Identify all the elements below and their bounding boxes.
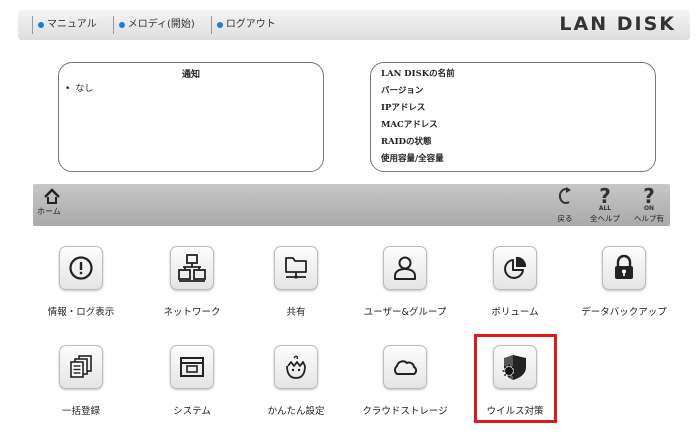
top-nav-links: マニュアル メロディ(開始) ログアウト xyxy=(18,16,292,34)
question-icon: ? xyxy=(599,184,611,208)
help-on-button[interactable]: ? ON ヘルプ有 xyxy=(629,186,669,224)
nav-manual-link[interactable]: マニュアル xyxy=(32,16,105,34)
device-info-row: LAN DISKの名前 xyxy=(381,69,455,79)
tile-data-backup[interactable]: データバックアップ xyxy=(574,246,674,318)
brand-logo: LAN DISK xyxy=(559,13,676,35)
tile-label: ユーザー&グループ xyxy=(363,307,447,318)
tile-shared[interactable]: 共有 xyxy=(246,246,346,318)
selection-highlight xyxy=(474,334,557,423)
device-info-list: LAN DISKの名前 バージョン IPアドレス MACアドレス RAIDの状態… xyxy=(381,66,455,168)
user-icon xyxy=(394,256,416,280)
tile-label: クラウドストレージ xyxy=(362,406,448,417)
info-icon xyxy=(69,256,93,280)
help-on-label: ヘルプ有 xyxy=(634,214,664,223)
tile-info-log[interactable]: 情報・ログ表示 xyxy=(31,246,131,318)
question-icon: ? xyxy=(643,184,655,208)
shared-folder-icon xyxy=(285,257,307,279)
tile-label: システム xyxy=(173,406,211,417)
tile-label: かんたん設定 xyxy=(267,406,325,417)
easy-setup-icon xyxy=(286,355,306,379)
notice-item: なし xyxy=(65,81,93,94)
device-info-row: IPアドレス xyxy=(381,103,426,113)
home-button[interactable]: ホーム xyxy=(37,188,67,217)
home-icon xyxy=(44,188,60,204)
back-label: 戻る xyxy=(557,214,573,223)
tile-label: ボリューム xyxy=(491,307,539,318)
bullet-icon xyxy=(216,22,223,28)
nav-melody-link[interactable]: メロディ(開始) xyxy=(112,16,203,34)
device-info-panel: LAN DISKの名前 バージョン IPアドレス MACアドレス RAIDの状態… xyxy=(370,62,656,172)
back-button[interactable]: 戻る xyxy=(552,186,578,224)
nav-logout-link[interactable]: ログアウト xyxy=(210,16,284,34)
network-icon xyxy=(178,254,206,282)
device-info-row: 使用容量/全容量 xyxy=(381,154,444,164)
device-info-row: MACアドレス xyxy=(381,120,438,130)
tile-label: ネットワーク xyxy=(163,307,221,318)
tile-label: 情報・ログ表示 xyxy=(47,307,115,318)
volume-pie-icon xyxy=(504,256,527,279)
tile-label: 共有 xyxy=(286,307,306,318)
notice-panel: 通知 なし xyxy=(58,62,324,172)
notice-title: 通知 xyxy=(181,70,200,80)
all-help-label: 全ヘルプ xyxy=(590,214,620,223)
tile-label: データバックアップ xyxy=(581,307,667,318)
tile-volume[interactable]: ボリューム xyxy=(465,246,565,318)
tile-system[interactable]: システム xyxy=(142,345,242,417)
tile-easy-setup[interactable]: かんたん設定 xyxy=(246,345,346,417)
all-help-sub: ALL xyxy=(598,205,612,212)
lock-icon xyxy=(615,254,633,279)
tile-users-groups[interactable]: ユーザー&グループ xyxy=(355,246,455,318)
tile-bulk-register[interactable]: 一括登録 xyxy=(31,345,131,417)
device-info-row: RAIDの状態 xyxy=(381,137,432,147)
device-info-row: バージョン xyxy=(381,86,424,96)
bulk-register-icon xyxy=(70,355,92,378)
tile-cloud-storage[interactable]: クラウドストレージ xyxy=(355,345,455,417)
all-help-button[interactable]: ? ALL 全ヘルプ xyxy=(586,186,624,224)
top-nav-bar: マニュアル メロディ(開始) ログアウト LAN DISK xyxy=(18,10,690,40)
back-arrow-icon xyxy=(552,186,578,206)
bullet-icon xyxy=(38,22,44,28)
bullet-icon xyxy=(118,22,125,28)
home-label: ホーム xyxy=(37,207,61,216)
tile-network[interactable]: ネットワーク xyxy=(142,246,242,318)
system-window-icon xyxy=(180,357,204,377)
tile-label: 一括登録 xyxy=(61,406,100,417)
toolbar: ホーム 戻る ? ALL 全ヘルプ ? ON ヘルプ有 xyxy=(33,184,670,226)
cloud-icon xyxy=(394,360,418,375)
help-on-sub: ON xyxy=(643,205,655,212)
